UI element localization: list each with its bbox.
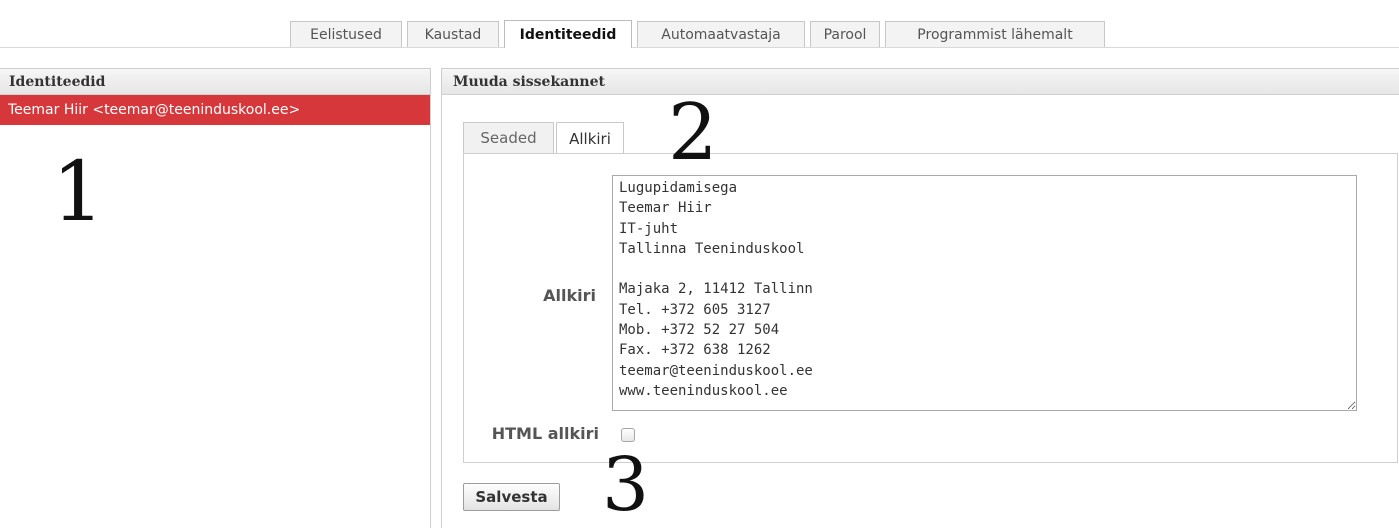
annotation-3: 3 [602, 442, 650, 528]
signature-form: Allkiri Lugupidamisega Teemar Hiir IT-ju… [463, 153, 1398, 463]
settings-tabs: Eelistused Kaustad Identiteedid Automaat… [290, 20, 1110, 48]
tab-allkiri[interactable]: Allkiri [556, 122, 624, 155]
tab-identiteedid[interactable]: Identiteedid [504, 20, 632, 48]
html-signature-checkbox[interactable] [621, 428, 635, 442]
html-signature-label: HTML allkiri [491, 424, 599, 443]
save-button[interactable]: Salvesta [463, 483, 560, 511]
edit-entry-header: Muuda sissekannet [442, 68, 1399, 95]
tab-automaatvastaja[interactable]: Automaatvastaja [637, 21, 805, 47]
tab-seaded[interactable]: Seaded [463, 122, 554, 153]
signature-label: Allkiri [543, 286, 596, 305]
identity-item[interactable]: Teemar Hiir <teemar@teeninduskool.ee> [0, 95, 430, 125]
tab-kaustad[interactable]: Kaustad [407, 21, 499, 47]
entry-tabs: Seaded Allkiri [463, 122, 626, 155]
signature-textarea[interactable]: Lugupidamisega Teemar Hiir IT-juht Talli… [612, 175, 1357, 411]
tab-programmist-lahemalt[interactable]: Programmist lähemalt [885, 21, 1105, 47]
annotation-2: 2 [668, 88, 718, 178]
identities-panel: Identiteedid Teemar Hiir <teemar@teenind… [0, 68, 431, 528]
identities-header: Identiteedid [0, 68, 430, 95]
tab-eelistused[interactable]: Eelistused [290, 21, 402, 47]
edit-entry-panel: Muuda sissekannet Seaded Allkiri Allkiri… [441, 68, 1399, 528]
annotation-1: 1 [52, 145, 105, 240]
top-tabs-divider [0, 47, 1399, 48]
tab-parool[interactable]: Parool [810, 21, 880, 47]
